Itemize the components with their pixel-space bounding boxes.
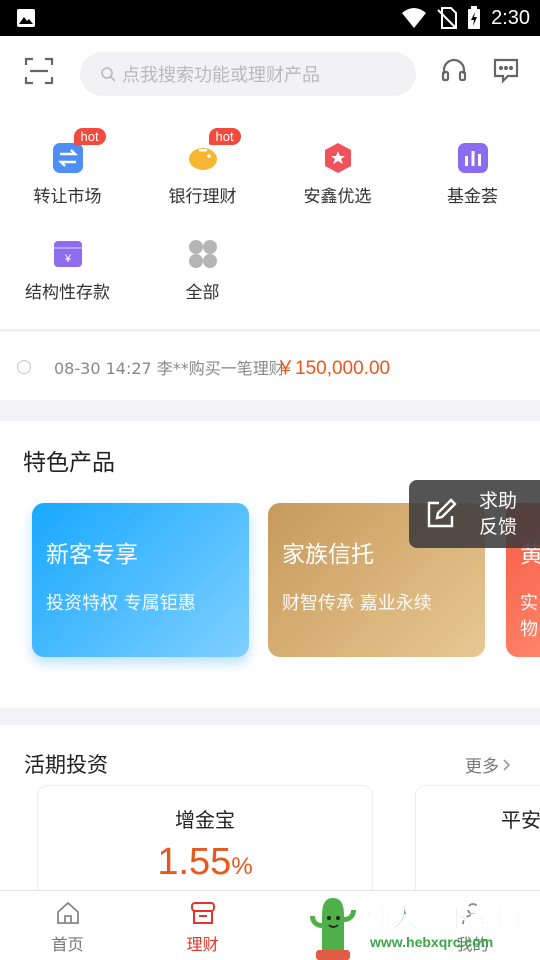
section-title: 活期投资: [24, 753, 108, 777]
quick-link-fund-hub[interactable]: 基金荟: [405, 142, 540, 207]
more-link[interactable]: 更多: [465, 752, 513, 777]
bar-chart-icon: [457, 143, 488, 173]
deposit-box-icon: ¥: [53, 241, 82, 267]
svg-text:¥: ¥: [63, 253, 71, 265]
quick-link-label: 银行理财: [168, 187, 237, 207]
tab-label: 首页: [51, 935, 84, 954]
card-subtitle: 实物: [520, 593, 538, 640]
headset-icon[interactable]: [440, 56, 468, 84]
card-subtitle: 投资特权 专属钜惠: [46, 593, 196, 614]
product-name: 平安: [501, 808, 540, 832]
tab-wealth[interactable]: 理财: [135, 901, 270, 955]
product-card-pingan[interactable]: 平安: [415, 785, 540, 895]
cactus-logo-icon: [310, 898, 356, 960]
tab-home[interactable]: 首页: [0, 901, 135, 955]
wifi-icon: [402, 8, 427, 28]
help-feedback-button[interactable]: 求助反馈: [409, 480, 540, 548]
quick-link-label: 全部: [185, 283, 220, 303]
hot-badge: hot: [208, 128, 241, 145]
chevron-right-icon: [503, 758, 511, 771]
card-subtitle: 财智传承 嘉业永续: [282, 593, 432, 614]
search-icon: [101, 67, 116, 82]
quick-link-all[interactable]: 全部: [135, 238, 270, 303]
feedback-label: 求助反馈: [479, 490, 518, 538]
message-icon[interactable]: [492, 56, 520, 84]
quick-link-anxin-selected[interactable]: 安鑫优选: [270, 142, 405, 207]
top-area: 点我搜索功能或理财产品 hot 转让市场 hot 银行理财 安鑫优选 基金荟 ¥…: [0, 36, 540, 329]
notice-amount: ￥150,000.00: [276, 358, 391, 379]
product-card-zengjinbao[interactable]: 增金宝 1.55%: [37, 785, 373, 895]
site-watermark: 仙人掌下载网 www.hebxqrc.com: [300, 892, 540, 960]
current-investment-section: 活期投资 更多 增金宝 1.55% 平安: [0, 725, 540, 895]
transfer-icon: [52, 143, 83, 173]
notice-dot-icon: [17, 360, 31, 374]
search-placeholder: 点我搜索功能或理财产品: [122, 65, 320, 86]
card-title: 新客专享: [46, 542, 138, 568]
section-title: 特色产品: [23, 450, 115, 476]
watermark-title: 仙人掌下载网: [365, 904, 523, 935]
home-icon: [56, 901, 79, 924]
product-name: 增金宝: [175, 808, 235, 832]
purchase-notice: 08-30 14:27 李**购买一笔理财 ￥150,000.00: [0, 330, 540, 400]
status-time: 2:30: [491, 6, 530, 29]
grid-all-icon: [188, 240, 217, 268]
hot-badge: hot: [73, 128, 106, 145]
medal-icon: [324, 143, 351, 173]
watermark-url: www.hebxqrc.com: [370, 934, 494, 950]
featured-card-new-customer[interactable]: 新客专享 投资特权 专属钜惠: [32, 503, 249, 657]
quick-link-transfer-market[interactable]: hot 转让市场: [0, 128, 135, 207]
featured-products-section: 特色产品 新客专享 投资特权 专属钜惠 家族信托 财智传承 嘉业永续 黄 实物: [0, 421, 540, 708]
quick-link-label: 基金荟: [447, 187, 498, 207]
no-sim-icon: [437, 7, 458, 29]
tab-label: 理财: [186, 935, 219, 954]
search-input[interactable]: 点我搜索功能或理财产品: [80, 52, 416, 96]
more-label: 更多: [465, 757, 499, 777]
quick-link-bank-wealth[interactable]: hot 银行理财: [135, 128, 270, 207]
image-notification-icon: [17, 9, 35, 27]
scan-icon[interactable]: [24, 56, 54, 86]
quick-link-label: 转让市场: [33, 187, 102, 207]
battery-charging-icon: [468, 6, 481, 29]
notice-text: 08-30 14:27 李**购买一笔理财: [54, 359, 285, 378]
quick-link-label: 安鑫优选: [303, 187, 372, 207]
product-rate: 1.55%: [157, 841, 253, 883]
quick-link-label: 结构性存款: [25, 283, 110, 303]
piggy-bank-icon: [188, 148, 217, 170]
status-bar: 2:30: [0, 0, 540, 36]
quick-link-structured-deposit[interactable]: ¥ 结构性存款: [0, 238, 135, 303]
edit-icon: [427, 498, 457, 528]
shop-icon: [190, 902, 215, 924]
